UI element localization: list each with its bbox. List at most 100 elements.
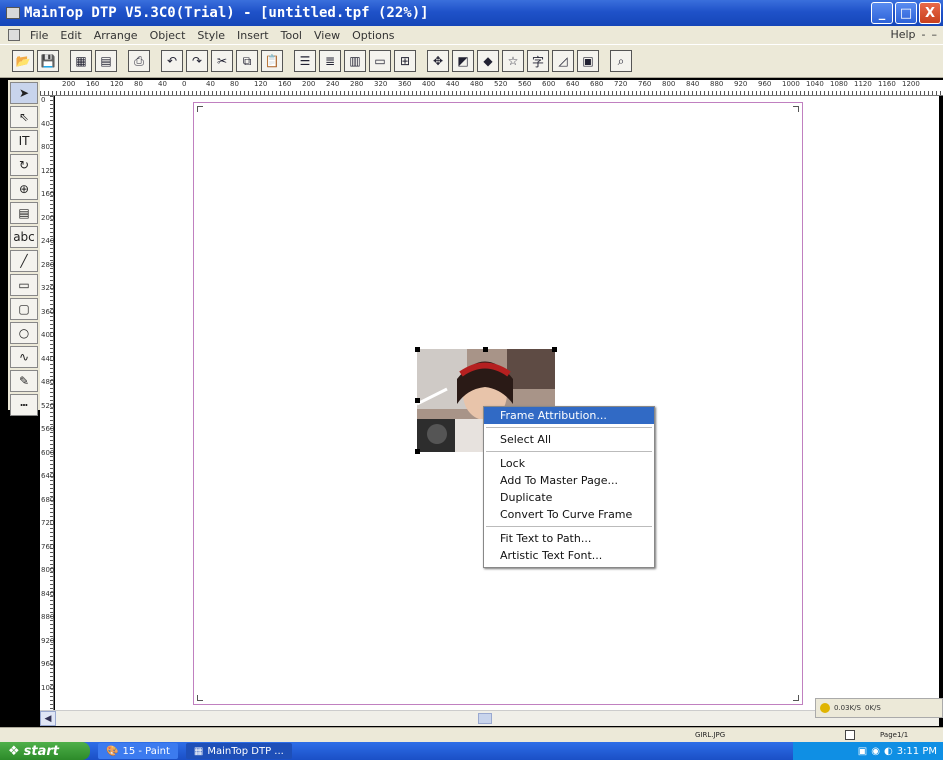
ruler-label: 200 (62, 80, 76, 88)
save-icon[interactable]: 💾 (37, 50, 59, 72)
ruler-label: 120 (254, 80, 268, 88)
menu-insert[interactable]: Insert (231, 29, 275, 42)
document-icon[interactable] (8, 29, 20, 41)
taskbar-item-paint[interactable]: 🎨 15 - Paint (98, 743, 178, 759)
text-tool-icon[interactable]: IT (10, 130, 38, 152)
menu-item-select-all[interactable]: Select All (484, 431, 654, 448)
ruler-label: 0 (182, 80, 187, 88)
menu-edit[interactable]: Edit (54, 29, 87, 42)
doc-minimize-button[interactable]: - (922, 28, 926, 41)
ruler-label: 200 (41, 213, 55, 222)
resize-handle[interactable] (415, 449, 420, 454)
start-button[interactable]: ❖ start (0, 742, 90, 760)
menu-tool[interactable]: Tool (275, 29, 308, 42)
copy-icon[interactable]: ⧉ (236, 50, 258, 72)
title-bar[interactable]: MainTop DTP V5.3C0(Trial) - [untitled.tp… (0, 0, 943, 26)
line-tool-icon[interactable]: ╱ (10, 250, 38, 272)
window-title: MainTop DTP V5.3C0(Trial) - [untitled.tp… (24, 5, 429, 21)
resize-handle[interactable] (415, 398, 420, 403)
ruler-label: 40 (41, 119, 50, 128)
ruler-label: 240 (41, 237, 55, 245)
ruler-label: 520 (494, 80, 508, 88)
table-icon[interactable]: ⊞ (394, 50, 416, 72)
ruler-label: 1080 (830, 80, 848, 88)
tray-volume-icon[interactable]: ◐ (884, 746, 893, 757)
select-arrow-icon[interactable]: ➤ (10, 82, 38, 104)
image-icon[interactable]: ▣ (577, 50, 599, 72)
app-icon[interactable] (6, 7, 20, 19)
ruler-label: 960 (758, 80, 772, 88)
ruler-label: 480 (470, 80, 484, 88)
menu-help[interactable]: Help (890, 28, 915, 41)
maximize-button[interactable]: □ (895, 2, 917, 24)
pen-tool-icon[interactable]: ✎ (10, 370, 38, 392)
curve-tool-icon[interactable]: ∿ (10, 346, 38, 368)
clock[interactable]: 3:11 PM (897, 746, 937, 757)
tray-shield-icon[interactable]: ▣ (858, 746, 867, 757)
menu-item-add-to-master-page[interactable]: Add To Master Page... (484, 472, 654, 489)
rounded-rect-tool-icon[interactable]: ▢ (10, 298, 38, 320)
ruler-label: 440 (446, 80, 460, 88)
zoom-icon[interactable]: ⊕ (10, 178, 38, 200)
preview-icon[interactable]: ⌕ (610, 50, 632, 72)
cut-icon[interactable]: ✂ (211, 50, 233, 72)
minimize-button[interactable]: _ (871, 2, 893, 24)
taskbar-item-maintop[interactable]: ▦ MainTop DTP ... (185, 743, 292, 759)
resize-handle[interactable] (483, 347, 488, 352)
align-icon[interactable]: ≣ (319, 50, 341, 72)
menu-item-lock[interactable]: Lock (484, 455, 654, 472)
print-icon[interactable]: ⎙ (128, 50, 150, 72)
tray-network-icon[interactable]: ◉ (871, 746, 880, 757)
ruler-tool-icon[interactable]: ┅ (10, 394, 38, 416)
menu-options[interactable]: Options (346, 29, 400, 42)
document-canvas[interactable] (55, 96, 939, 710)
menu-object[interactable]: Object (144, 29, 192, 42)
chart-icon[interactable]: ◿ (552, 50, 574, 72)
paint-icon[interactable]: ◆ (477, 50, 499, 72)
star-icon[interactable]: ☆ (502, 50, 524, 72)
menu-item-duplicate[interactable]: Duplicate (484, 489, 654, 506)
resize-handle[interactable] (415, 347, 420, 352)
menu-item-fit-text-to-path[interactable]: Fit Text to Path... (484, 530, 654, 547)
color-fill-icon[interactable]: ◩ (452, 50, 474, 72)
move-icon[interactable]: ✥ (427, 50, 449, 72)
ruler-label: 720 (614, 80, 628, 88)
menu-arrange[interactable]: Arrange (88, 29, 144, 42)
resize-handle[interactable] (552, 347, 557, 352)
menu-bar: File Edit Arrange Object Style Insert To… (0, 26, 943, 44)
menu-item-frame-attribution[interactable]: Frame Attribution... (484, 407, 654, 424)
horizontal-ruler[interactable]: 200 160 120 80 40 0 40 80 120 160 200 240 280 320 360 4… (40, 80, 943, 96)
rotate-icon[interactable]: ↻ (10, 154, 38, 176)
artistic-text-icon[interactable]: abc (10, 226, 38, 248)
ruler-label: 120 (110, 80, 124, 88)
crop-mark (197, 695, 203, 701)
ruler-label: 600 (41, 448, 55, 457)
undo-icon[interactable]: ↶ (161, 50, 183, 72)
redo-icon[interactable]: ↷ (186, 50, 208, 72)
menu-file[interactable]: File (24, 29, 54, 42)
vertical-ruler[interactable]: 0 40 80 120 160 200 240 280 320 360 400 440 480 520 56… (40, 96, 59, 710)
chinese-text-icon[interactable]: 字 (527, 50, 549, 72)
menu-item-convert-to-curve-frame[interactable]: Convert To Curve Frame (484, 506, 654, 523)
node-select-icon[interactable]: ⇖ (10, 106, 38, 128)
import-icon[interactable]: ▦ (70, 50, 92, 72)
scroll-thumb[interactable] (478, 713, 492, 724)
columns-icon[interactable]: ▥ (344, 50, 366, 72)
horizontal-scrollbar[interactable]: ◀ (40, 710, 939, 726)
frame-icon[interactable]: ▭ (369, 50, 391, 72)
menu-item-artistic-text-font[interactable]: Artistic Text Font... (484, 547, 654, 564)
text-frame-icon[interactable]: ☰ (294, 50, 316, 72)
page-nav-icon[interactable] (845, 730, 855, 740)
menu-style[interactable]: Style (191, 29, 231, 42)
ruler-label: 800 (41, 566, 55, 574)
export-icon[interactable]: ▤ (95, 50, 117, 72)
doc-restore-button[interactable]: – (932, 28, 938, 41)
text-frame-tool-icon[interactable]: ▤ (10, 202, 38, 224)
rectangle-tool-icon[interactable]: ▭ (10, 274, 38, 296)
open-file-icon[interactable]: 📂 (12, 50, 34, 72)
menu-view[interactable]: View (308, 29, 346, 42)
ellipse-tool-icon[interactable]: ○ (10, 322, 38, 344)
scroll-left-icon[interactable]: ◀ (40, 711, 56, 726)
close-button[interactable]: X (919, 2, 941, 24)
paste-icon[interactable]: 📋 (261, 50, 283, 72)
